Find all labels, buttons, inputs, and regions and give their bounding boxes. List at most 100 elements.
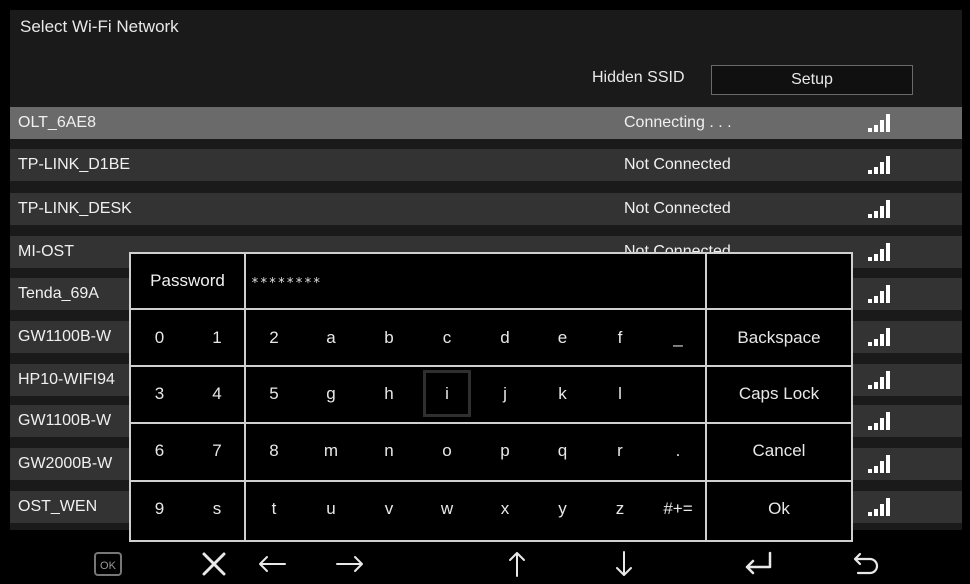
backspace-key[interactable]: Backspace (707, 310, 851, 365)
password-row: Password (131, 254, 851, 310)
key-x[interactable]: x (476, 480, 534, 538)
cancel-key[interactable]: Cancel (707, 422, 851, 480)
key-9[interactable]: 9 (131, 480, 188, 538)
network-status: Not Connected (624, 156, 731, 173)
key-u[interactable]: u (302, 480, 360, 538)
ok-key[interactable]: Ok (707, 480, 851, 538)
bottom-nav-bar: OK (0, 545, 970, 584)
key-k[interactable]: k (534, 365, 591, 422)
arrow-down-icon (616, 551, 632, 576)
caps-lock-key[interactable]: Caps Lock (707, 365, 851, 422)
key-z[interactable]: z (591, 480, 649, 538)
network-ssid: MI-OST (18, 243, 74, 260)
network-row[interactable]: OLT_6AE8 Connecting . . . (10, 107, 962, 139)
key-p[interactable]: p (476, 422, 534, 480)
network-ssid: GW1100B-W (18, 412, 112, 429)
key-y[interactable]: y (534, 480, 591, 538)
key-r[interactable]: r (591, 422, 649, 480)
key-3[interactable]: 3 (131, 365, 188, 422)
arrow-left-icon (259, 556, 286, 572)
page-title: Select Wi-Fi Network (20, 17, 179, 36)
hidden-ssid-label: Hidden SSID (592, 69, 685, 86)
left-arrow-button[interactable] (252, 545, 292, 583)
key-5[interactable]: 5 (246, 365, 302, 422)
key-i[interactable]: i (418, 365, 476, 422)
key-o[interactable]: o (418, 422, 476, 480)
network-ssid: TP-LINK_DESK (18, 200, 132, 217)
key-blank[interactable] (649, 365, 707, 422)
key-l[interactable]: l (591, 365, 649, 422)
key-7[interactable]: 7 (188, 422, 246, 480)
key-0[interactable]: 0 (131, 310, 188, 365)
key-h[interactable]: h (360, 365, 418, 422)
key-_[interactable]: _ (649, 310, 707, 365)
network-ssid: HP10-WIFI94 (18, 371, 115, 388)
key-t[interactable]: t (246, 480, 302, 538)
key-#+=[interactable]: #+= (649, 480, 707, 538)
network-ssid: GW1100B-W (18, 328, 112, 345)
enter-icon (745, 551, 772, 575)
network-ssid: OLT_6AE8 (18, 114, 96, 131)
right-arrow-button[interactable] (330, 545, 370, 583)
key-j[interactable]: j (476, 365, 534, 422)
ok-icon: OK (94, 552, 122, 576)
back-icon (853, 552, 879, 575)
key-q[interactable]: q (534, 422, 591, 480)
network-row[interactable]: TP-LINK_DESK Not Connected (10, 193, 962, 225)
close-icon (202, 552, 226, 576)
key-4[interactable]: 4 (188, 365, 246, 422)
key-6[interactable]: 6 (131, 422, 188, 480)
key-divider (131, 422, 851, 424)
signal-bars-icon (868, 455, 892, 473)
up-arrow-button[interactable] (497, 545, 537, 583)
key-2[interactable]: 2 (246, 310, 302, 365)
key-d[interactable]: d (476, 310, 534, 365)
signal-bars-icon (868, 243, 892, 261)
key-s[interactable]: s (188, 480, 246, 538)
down-arrow-button[interactable] (604, 545, 644, 583)
key-n[interactable]: n (360, 422, 418, 480)
setup-button[interactable]: Setup (711, 65, 913, 95)
key-divider (244, 254, 246, 540)
signal-bars-icon (868, 285, 892, 303)
signal-bars-icon (868, 498, 892, 516)
ok-button[interactable]: OK (88, 545, 128, 583)
wifi-screen: Select Wi-Fi Network Hidden SSID Setup O… (0, 0, 970, 584)
network-status: Not Connected (624, 200, 731, 217)
key-divider (131, 365, 851, 367)
key-v[interactable]: v (360, 480, 418, 538)
key-g[interactable]: g (302, 365, 360, 422)
network-ssid: OST_WEN (18, 498, 98, 515)
key-f[interactable]: f (591, 310, 649, 365)
password-label: Password (131, 254, 246, 308)
enter-button[interactable] (736, 545, 780, 583)
arrow-right-icon (336, 556, 363, 572)
key-w[interactable]: w (418, 480, 476, 538)
network-ssid: GW2000B-W (18, 455, 113, 472)
network-ssid: Tenda_69A (18, 285, 99, 302)
signal-bars-icon (868, 200, 892, 218)
back-button[interactable] (844, 545, 888, 583)
password-input[interactable] (251, 273, 841, 293)
arrow-up-icon (509, 552, 525, 577)
signal-bars-icon (868, 412, 892, 430)
network-ssid: TP-LINK_D1BE (18, 156, 131, 173)
key-c[interactable]: c (418, 310, 476, 365)
key-m[interactable]: m (302, 422, 360, 480)
signal-bars-icon (868, 371, 892, 389)
key-8[interactable]: 8 (246, 422, 302, 480)
key-.[interactable]: . (649, 422, 707, 480)
key-1[interactable]: 1 (188, 310, 246, 365)
network-status: Connecting . . . (624, 114, 732, 131)
signal-bars-icon (868, 114, 892, 132)
signal-bars-icon (868, 156, 892, 174)
svg-text:OK: OK (100, 560, 117, 572)
password-keyboard: Password 012abcdef_Backspace 345ghijkl Cap… (129, 252, 853, 542)
signal-bars-icon (868, 328, 892, 346)
key-b[interactable]: b (360, 310, 418, 365)
key-a[interactable]: a (302, 310, 360, 365)
key-divider (131, 480, 851, 482)
close-button[interactable] (194, 545, 234, 583)
key-e[interactable]: e (534, 310, 591, 365)
network-row[interactable]: TP-LINK_D1BE Not Connected (10, 149, 962, 181)
